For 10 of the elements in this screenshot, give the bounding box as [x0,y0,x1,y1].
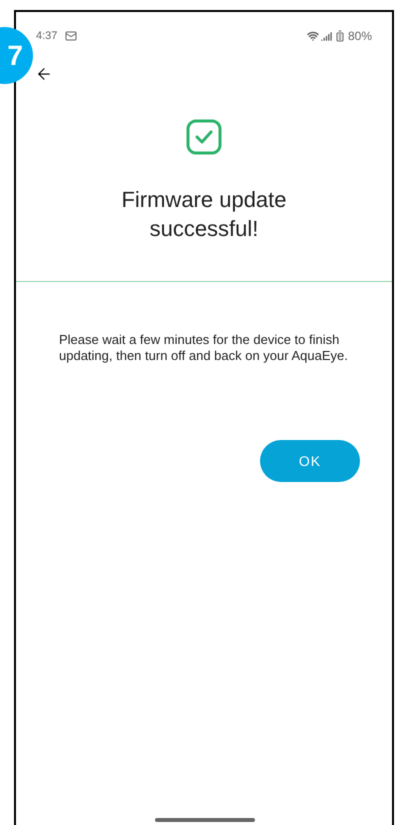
battery-icon [334,30,346,42]
ok-button[interactable]: OK [260,440,360,482]
success-title: Firmware update successful! [120,186,288,243]
instruction-text: Please wait a few minutes for the device to finish updating, then turn off and back on your AquaEye. [58,332,349,364]
wifi-icon [306,30,319,42]
mail-icon [65,30,78,42]
status-time: 4:37 [36,28,58,44]
signal-icon [320,30,332,42]
success-check-icon [186,119,222,155]
battery-percent: 80% [348,28,372,45]
